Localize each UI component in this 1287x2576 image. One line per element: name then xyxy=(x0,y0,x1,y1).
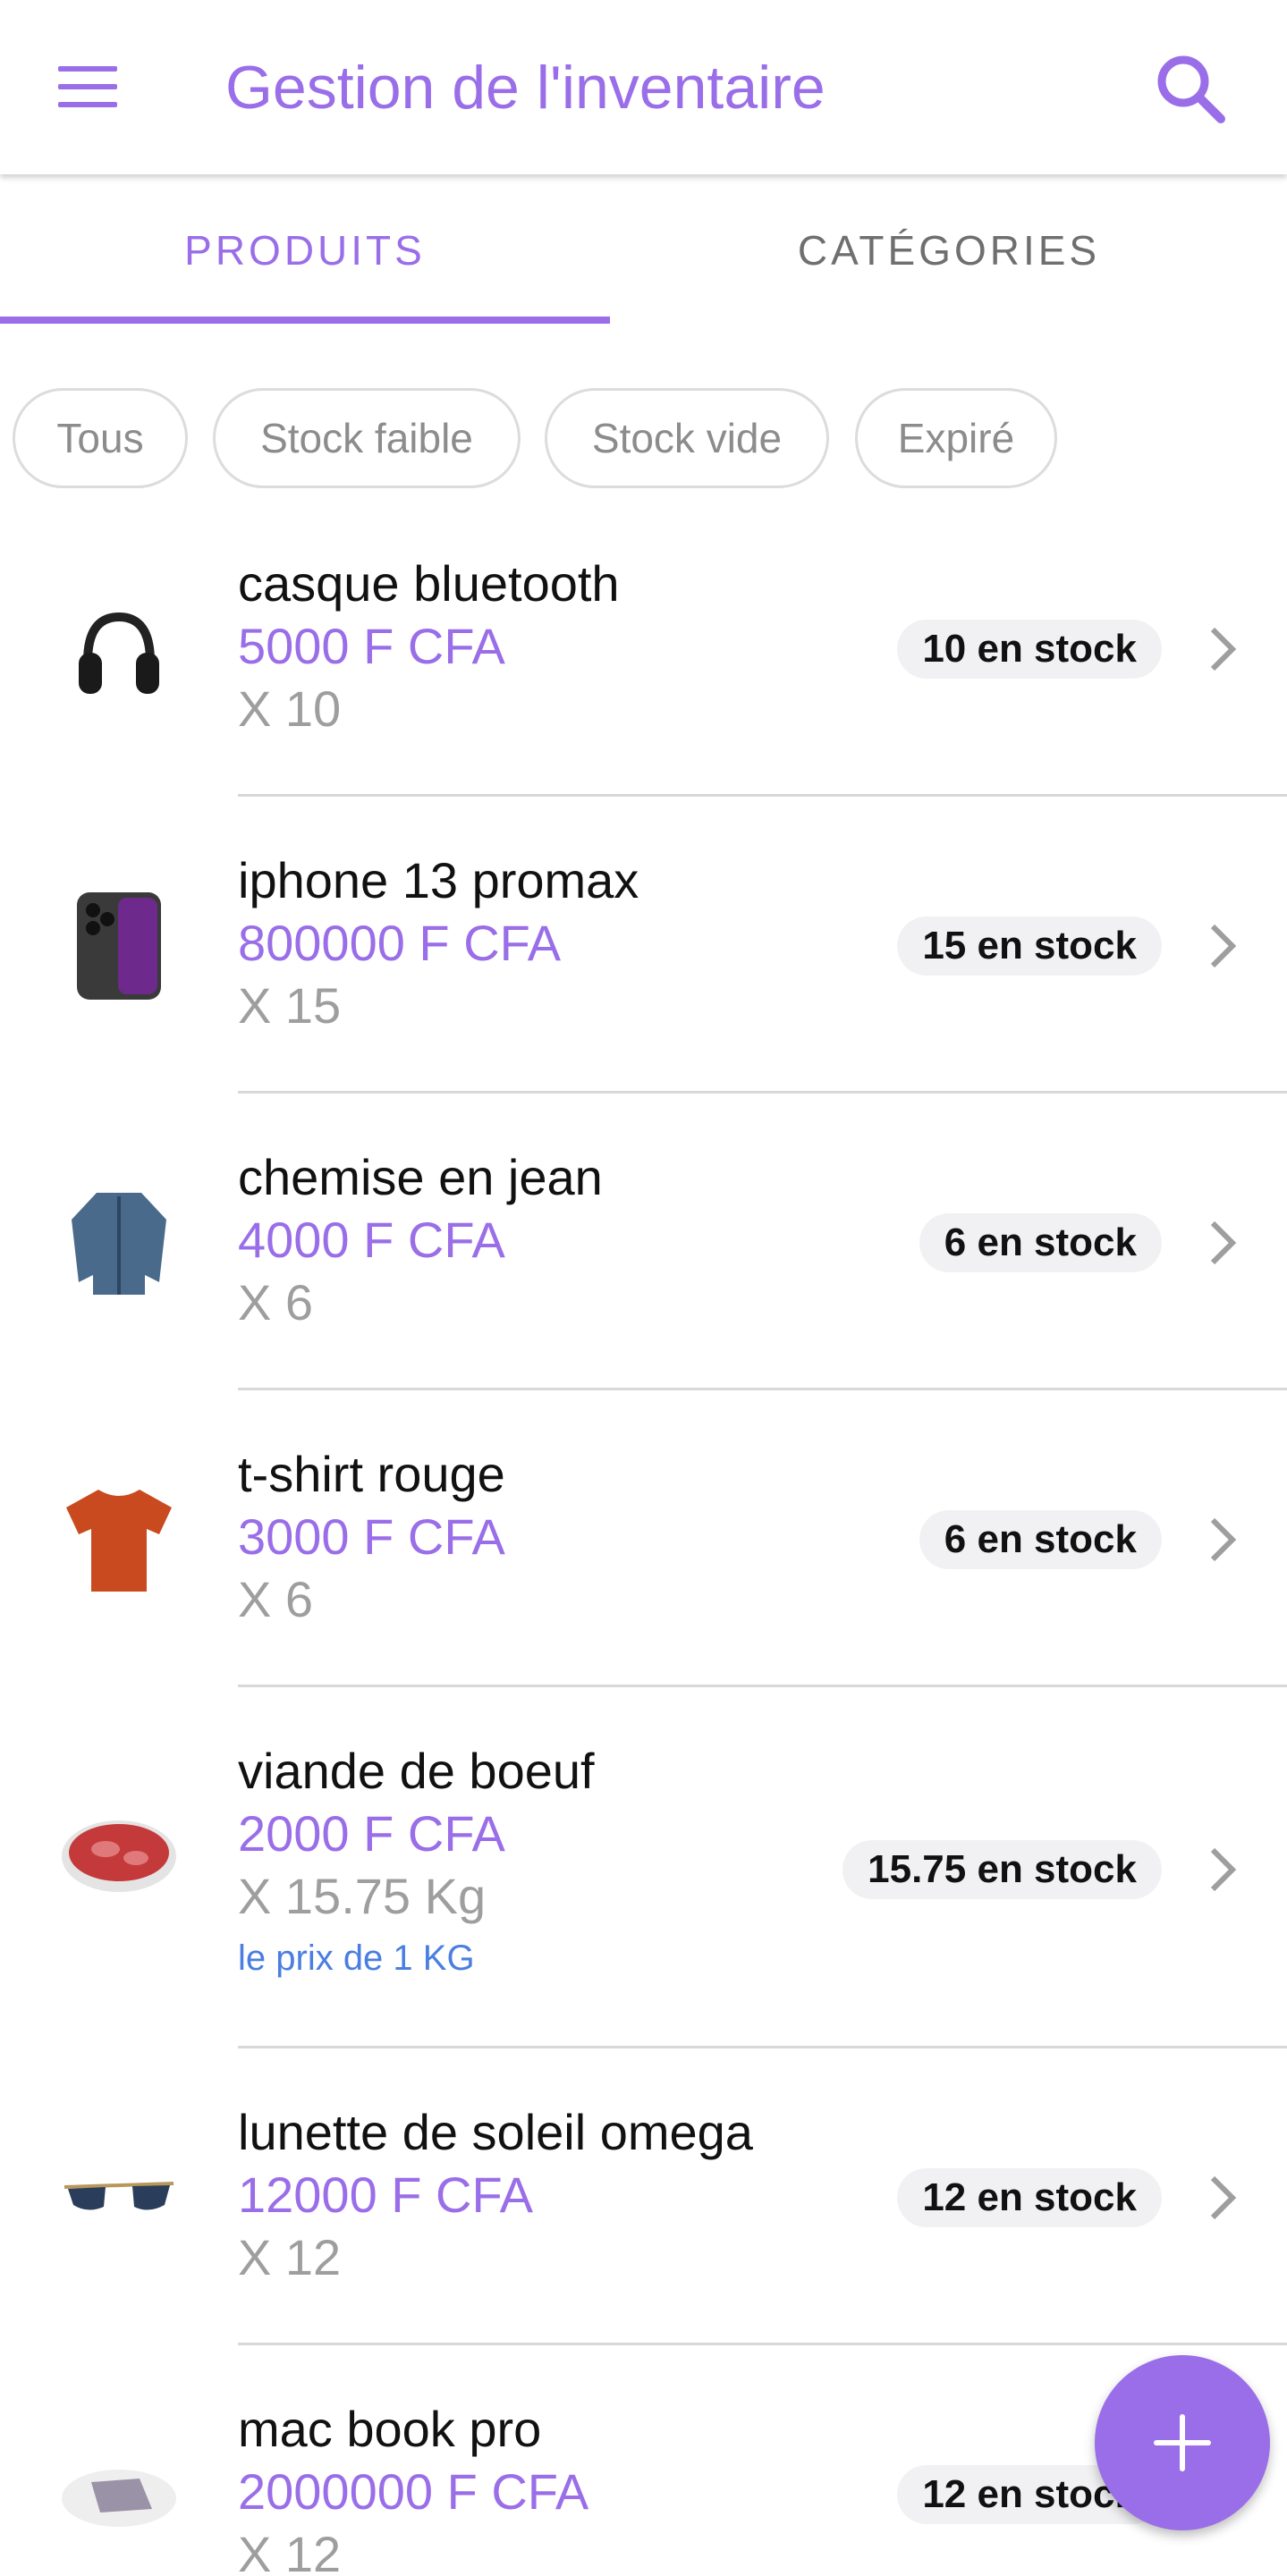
filter-chip-tous[interactable]: Tous xyxy=(13,388,188,488)
menu-icon xyxy=(58,66,117,107)
filter-chip-stock-faible[interactable]: Stock faible xyxy=(213,388,521,488)
product-item[interactable]: viande de boeuf 2000 F CFA X 15.75 Kg le… xyxy=(0,1724,1287,2046)
product-quantity: X 10 xyxy=(238,680,342,737)
stock-badge: 6 en stock xyxy=(919,1213,1162,1272)
product-quantity: X 6 xyxy=(238,1571,314,1627)
filter-chip-stock-vide[interactable]: Stock vide xyxy=(545,388,829,488)
product-name: mac book pro xyxy=(238,2401,542,2457)
sunglasses-icon xyxy=(52,2130,186,2264)
product-name: t-shirt rouge xyxy=(238,1446,505,1502)
jacket-icon xyxy=(52,1175,186,1309)
product-price: 12000 F CFA xyxy=(238,2166,533,2223)
chevron-right-icon xyxy=(1210,1847,1237,1892)
product-price: 4000 F CFA xyxy=(238,1212,505,1268)
product-name: iphone 13 promax xyxy=(238,852,639,908)
divider xyxy=(238,2046,1287,2048)
stock-badge: 15 en stock xyxy=(897,916,1162,976)
tshirt-icon xyxy=(52,1472,186,1606)
headphones-icon xyxy=(52,581,186,715)
divider xyxy=(238,794,1287,797)
divider xyxy=(238,1685,1287,1687)
stock-badge: 15.75 en stock xyxy=(842,1840,1162,1899)
laptop-icon xyxy=(52,2427,186,2561)
product-item[interactable]: chemise en jean 4000 F CFA X 6 6 en stoc… xyxy=(0,1130,1287,1389)
phone-icon xyxy=(52,878,186,1012)
chevron-right-icon xyxy=(1210,1517,1237,1562)
product-name: casque bluetooth xyxy=(238,555,620,612)
stock-badge: 12 en stock xyxy=(897,2168,1162,2227)
stock-badge: 6 en stock xyxy=(919,1510,1162,1569)
product-price: 3000 F CFA xyxy=(238,1508,505,1565)
app-bar: Gestion de l'inventaire xyxy=(0,0,1287,174)
chevron-right-icon xyxy=(1210,924,1237,968)
chevron-right-icon xyxy=(1210,2175,1237,2220)
divider xyxy=(238,1388,1287,1390)
product-item[interactable]: lunette de soleil omega 12000 F CFA X 12… xyxy=(0,2085,1287,2344)
tab-bar: PRODUITS CATÉGORIES xyxy=(0,174,1287,326)
tab-indicator xyxy=(0,317,610,324)
filter-chip-expire[interactable]: Expiré xyxy=(855,388,1057,488)
stock-badge: 10 en stock xyxy=(897,620,1162,679)
tab-categories[interactable]: CATÉGORIES xyxy=(644,174,1254,326)
product-quantity: X 12 xyxy=(238,2526,342,2576)
product-price: 5000 F CFA xyxy=(238,618,505,674)
product-quantity: X 15 xyxy=(238,977,342,1034)
filter-chips: Tous Stock faible Stock vide Expiré xyxy=(0,388,1287,488)
product-name: viande de boeuf xyxy=(238,1743,595,1799)
product-quantity: X 6 xyxy=(238,1274,314,1330)
product-item[interactable]: iphone 13 promax 800000 F CFA X 15 15 en… xyxy=(0,833,1287,1093)
product-name: chemise en jean xyxy=(238,1149,603,1205)
add-product-button[interactable] xyxy=(1095,2355,1270,2530)
product-item[interactable]: mac book pro 2000000 F CFA X 12 12 en st… xyxy=(0,2382,1287,2576)
menu-button[interactable] xyxy=(45,54,131,120)
product-quantity: X 15.75 Kg xyxy=(238,1868,487,1924)
search-icon xyxy=(1157,55,1225,123)
product-quantity: X 12 xyxy=(238,2229,342,2285)
page-title: Gestion de l'inventaire xyxy=(225,54,826,122)
unit-price-note: le prix de 1 KG xyxy=(238,1938,475,1978)
meat-icon xyxy=(52,1786,186,1921)
product-price: 2000000 F CFA xyxy=(238,2463,589,2520)
divider xyxy=(238,1091,1287,1094)
divider xyxy=(238,2343,1287,2345)
chevron-right-icon xyxy=(1210,627,1237,671)
product-price: 2000 F CFA xyxy=(238,1805,505,1862)
plus-icon xyxy=(1154,2414,1211,2471)
tab-produits[interactable]: PRODUITS xyxy=(0,174,610,326)
product-name: lunette de soleil omega xyxy=(238,2104,753,2160)
product-price: 800000 F CFA xyxy=(238,915,562,971)
chevron-right-icon xyxy=(1210,1220,1237,1265)
product-item[interactable]: casque bluetooth 5000 F CFA X 10 10 en s… xyxy=(0,536,1287,796)
product-item[interactable]: t-shirt rouge 3000 F CFA X 6 6 en stock xyxy=(0,1427,1287,1686)
search-button[interactable] xyxy=(1147,45,1232,131)
